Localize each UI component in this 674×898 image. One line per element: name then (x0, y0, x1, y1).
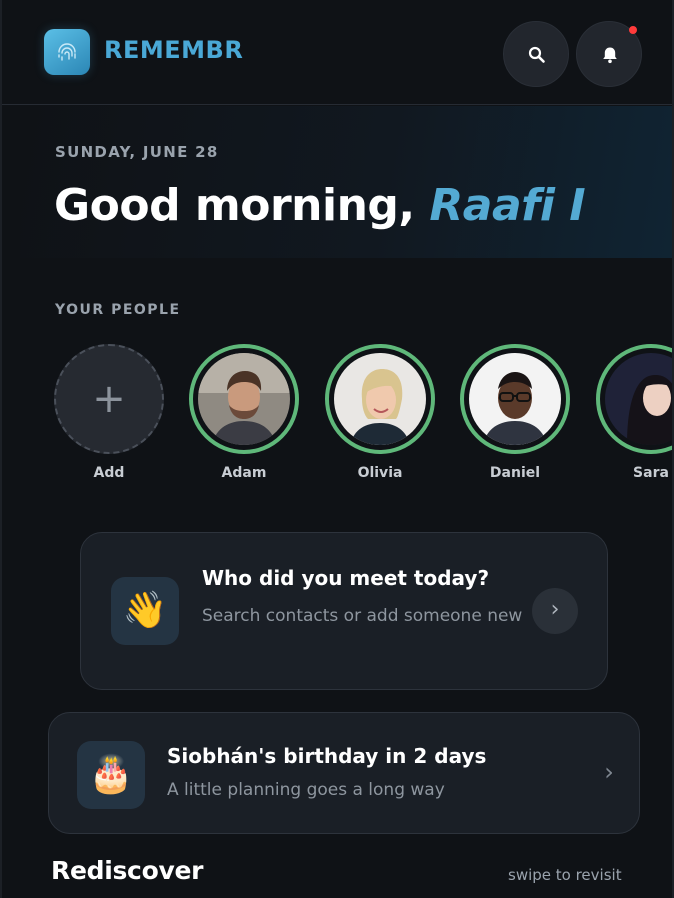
chevron-right-icon[interactable]: › (532, 588, 578, 634)
birthday-card-title: Siobhán's birthday in 2 days (167, 744, 487, 768)
add-label: Add (93, 465, 125, 481)
contact-name: Sara (633, 465, 669, 481)
notification-dot (629, 26, 637, 34)
contact-sara[interactable]: Sara (596, 344, 672, 484)
current-date: SUNDAY, JUNE 28 (55, 143, 219, 161)
avatar (325, 344, 435, 454)
bell-icon (603, 47, 617, 64)
add-person-button[interactable]: + Add (54, 344, 164, 484)
greeting-heading: Good morning, Raafi I (54, 180, 586, 231)
avatar (596, 344, 672, 454)
contact-name: Adam (221, 465, 267, 481)
rediscover-heading: Rediscover (51, 856, 204, 885)
swipe-hint: swipe to revisit (508, 866, 622, 884)
avatar (189, 344, 299, 454)
contact-name: Olivia (357, 465, 403, 481)
avatar (460, 344, 570, 454)
meet-card-subtitle: Search contacts or add someone new (202, 606, 523, 626)
user-name: Raafi I (429, 180, 586, 231)
search-button[interactable] (503, 21, 569, 87)
brand-name: REMEMBR (104, 36, 244, 64)
greeting-prefix: Good morning, (54, 180, 430, 231)
waving-hand-icon: 👋 (111, 577, 179, 645)
birthday-cake-icon: 🎂 (77, 741, 145, 809)
search-icon (528, 46, 545, 63)
fingerprint-icon (44, 29, 90, 75)
meet-today-card[interactable]: 👋 Who did you meet today? Search contact… (80, 532, 608, 690)
app-screen: REMEMBR SUNDAY, JUNE 28 Good morning, Ra… (0, 0, 674, 898)
contact-daniel[interactable]: Daniel (460, 344, 570, 484)
people-section-label: YOUR PEOPLE (55, 302, 181, 318)
top-bar: REMEMBR (2, 0, 672, 105)
chevron-right-icon: › (604, 758, 614, 786)
add-circle: + (54, 344, 164, 454)
contact-name: Daniel (489, 465, 541, 481)
plus-icon: + (92, 376, 126, 422)
birthday-reminder-card[interactable]: 🎂 Siobhán's birthday in 2 days A little … (48, 712, 640, 834)
meet-card-title: Who did you meet today? (202, 566, 490, 590)
contact-adam[interactable]: Adam (189, 344, 299, 484)
birthday-card-subtitle: A little planning goes a long way (167, 780, 445, 800)
contact-olivia[interactable]: Olivia (325, 344, 435, 484)
